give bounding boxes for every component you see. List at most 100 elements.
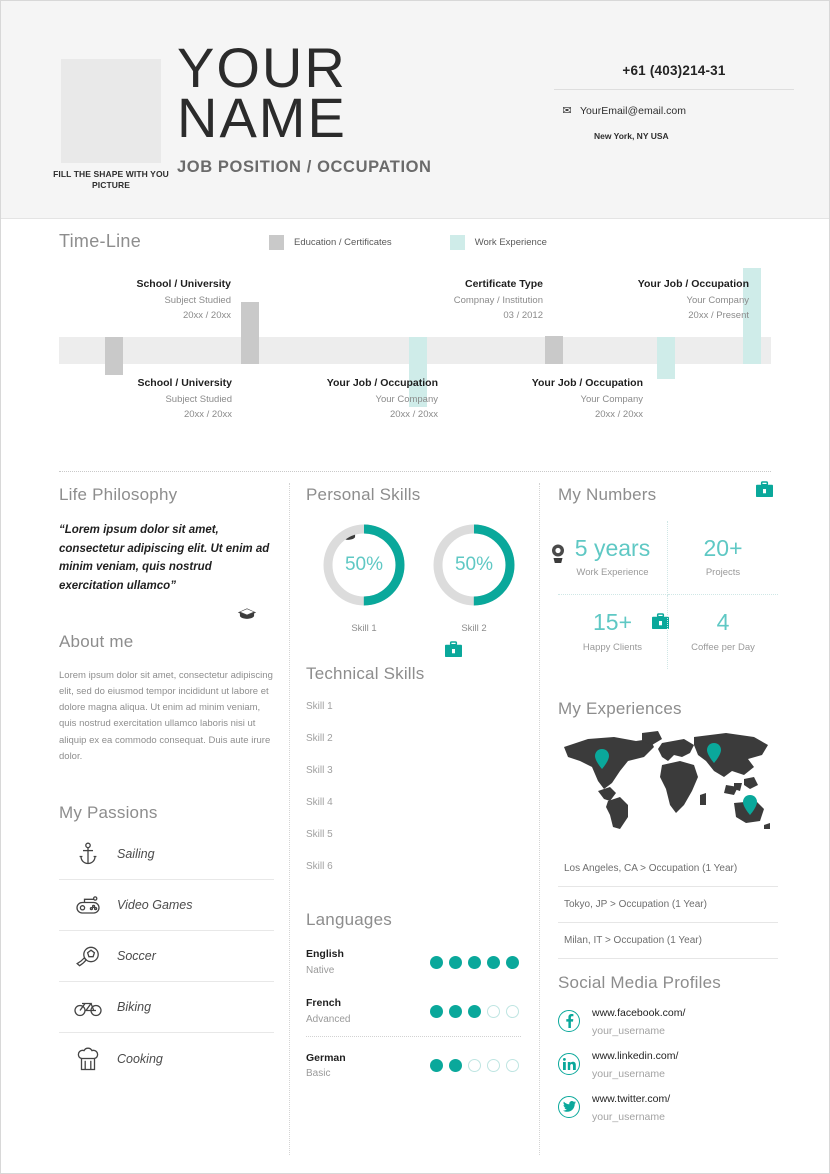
resume-header: FILL THE SHAPE WITH YOU PICTURE YOUR NAM… (1, 1, 829, 219)
about-me-text: Lorem ipsum dolor sit amet, consectetur … (59, 669, 273, 763)
number-label: Happy Clients (582, 641, 643, 653)
timeline-entry: Your Job / Occupation Your Company 20xx … (491, 376, 643, 423)
rating-dot-empty (487, 1059, 500, 1073)
rating-dot-empty (487, 1004, 500, 1018)
timeline-entry-sub1: Your Company (686, 294, 750, 306)
number-value: 5 years (574, 535, 651, 561)
technical-skill-item: Skill 1 (306, 700, 333, 712)
email-row[interactable]: ✉ YourEmail@email.com (554, 104, 794, 118)
social-url: www.linkedin.com/ (592, 1049, 679, 1062)
experience-item: Milan, IT > Occupation (1 Year) (558, 923, 778, 959)
middle-column: Personal Skills 50% Skill 1 50% Skill 2 … (306, 485, 521, 1090)
technical-skill-item: Skill 2 (306, 732, 333, 744)
timeline-entry: School / University Subject Studied 20xx… (84, 376, 232, 423)
social-username: your_username (592, 1024, 665, 1037)
timeline-entry-sub2: 20xx / 20xx (389, 409, 438, 421)
legend-swatch-education (269, 235, 284, 250)
passion-label: Video Games (117, 898, 193, 913)
language-rating-dots (430, 955, 521, 969)
timeline-legend: Education / Certificates Work Experience (269, 235, 547, 250)
social-url: www.twitter.com/ (592, 1092, 671, 1105)
number-cell-projects: 20+ Projects (668, 521, 778, 596)
social-username: your_username (592, 1067, 665, 1080)
resume-page: FILL THE SHAPE WITH YOU PICTURE YOUR NAM… (0, 0, 830, 1174)
envelope-icon: ✉ (562, 105, 572, 117)
vertical-divider-left (289, 483, 290, 1155)
timeline-bar-education-3 (545, 336, 563, 364)
contact-block: +61 (403)214-31 ✉ YourEmail@email.com Ne… (554, 63, 794, 141)
right-column: My Numbers 5 years Work Experience 20+ P… (558, 485, 778, 1132)
soccer-ball-icon (59, 945, 117, 967)
life-philosophy-quote: “Lorem ipsum dolor sit amet, consectetur… (59, 524, 270, 592)
passion-label: Soccer (117, 949, 156, 964)
timeline-bar-work-2 (657, 337, 675, 379)
timeline-entry-title: Your Job / Occupation (531, 377, 643, 389)
timeline-entry-sub2: 20xx / 20xx (594, 409, 643, 421)
passion-item-video-games[interactable]: Video Games (59, 880, 274, 932)
life-philosophy-title: Life Philosophy (59, 485, 178, 504)
rating-dot-filled (468, 1004, 481, 1018)
social-text: www.facebook.com/ your_username (592, 1003, 685, 1039)
social-item-linkedin[interactable]: www.linkedin.com/ your_username (558, 1046, 778, 1082)
passion-item-sailing[interactable]: Sailing (59, 829, 274, 881)
email-address: YourEmail@email.com (580, 104, 686, 117)
rating-dot-filled (468, 955, 481, 969)
number-value: 15+ (592, 609, 632, 636)
technical-skill-item: Skill 5 (306, 828, 333, 840)
passion-label: Biking (117, 1000, 152, 1015)
legend-label-work: Work Experience (474, 237, 547, 248)
social-item-twitter[interactable]: www.twitter.com/ your_username (558, 1089, 778, 1125)
timeline-entry-sub2: 20xx / 20xx (183, 409, 232, 421)
passion-item-soccer[interactable]: Soccer (59, 931, 274, 983)
timeline-section: Time-Line Education / Certificates Work … (1, 219, 829, 657)
rating-dot-filled (449, 955, 462, 969)
language-row-english: English Native (306, 938, 521, 987)
language-level: Native (306, 964, 335, 976)
about-me-title: About me (59, 631, 134, 651)
my-numbers-title: My Numbers (558, 485, 657, 504)
personal-skills-donuts: 50% Skill 1 50% Skill 2 (306, 521, 521, 634)
number-label: Coffee per Day (691, 641, 755, 653)
legend-item-work: Work Experience (449, 235, 547, 250)
number-label: Projects (705, 567, 741, 579)
passions-title: My Passions (59, 803, 158, 823)
number-cell-happy-clients: 15+ Happy Clients (558, 595, 668, 669)
vertical-divider-right (539, 483, 540, 1155)
rating-dot-filled (449, 1004, 462, 1018)
phone-number: +61 (403)214-31 (554, 63, 794, 90)
rating-dot-filled (430, 1059, 443, 1073)
timeline-title: Time-Line (59, 231, 142, 251)
passion-item-biking[interactable]: Biking (59, 982, 274, 1034)
name-line-2: NAME (177, 86, 347, 149)
rating-dot-filled (487, 955, 500, 969)
gamepad-icon (59, 895, 117, 915)
twitter-icon (558, 1095, 580, 1118)
timeline-entry-title: Your Job / Occupation (326, 377, 438, 389)
timeline-entry-sub2: 03 / 2012 (503, 310, 543, 322)
photo-placeholder[interactable] (61, 59, 161, 163)
experience-item: Los Angeles, CA > Occupation (1 Year) (558, 851, 778, 887)
horizontal-divider (59, 471, 771, 472)
language-info: French Advanced (306, 996, 350, 1027)
bicycle-icon (59, 997, 117, 1017)
social-item-facebook[interactable]: www.facebook.com/ your_username (558, 1003, 778, 1039)
timeline-entry-sub2: 20xx / 20xx (182, 310, 231, 322)
passion-item-cooking[interactable]: Cooking (59, 1033, 274, 1084)
timeline-entry-sub1: Subject Studied (164, 294, 231, 306)
rating-dot-filled (449, 1059, 462, 1073)
technical-skill-item: Skill 3 (306, 764, 333, 776)
timeline-bar-education-2 (105, 337, 123, 375)
number-value: 20+ (703, 535, 743, 561)
donut-percent-label: 50% (454, 554, 494, 575)
technical-skill-item: Skill 6 (306, 860, 333, 872)
number-label: Work Experience (576, 567, 649, 579)
passion-label: Sailing (117, 847, 155, 862)
experiences-title: My Experiences (558, 698, 682, 718)
donut-chart: 50% (430, 521, 518, 609)
donut-skill-label: Skill 2 (461, 623, 487, 634)
rating-dot-filled (430, 955, 443, 969)
name-block: YOUR NAME JOB POSITION / OCCUPATION (177, 40, 432, 177)
language-level: Advanced (306, 1013, 351, 1025)
number-value: 4 (716, 609, 730, 636)
donut-skill-label: Skill 1 (351, 623, 377, 634)
